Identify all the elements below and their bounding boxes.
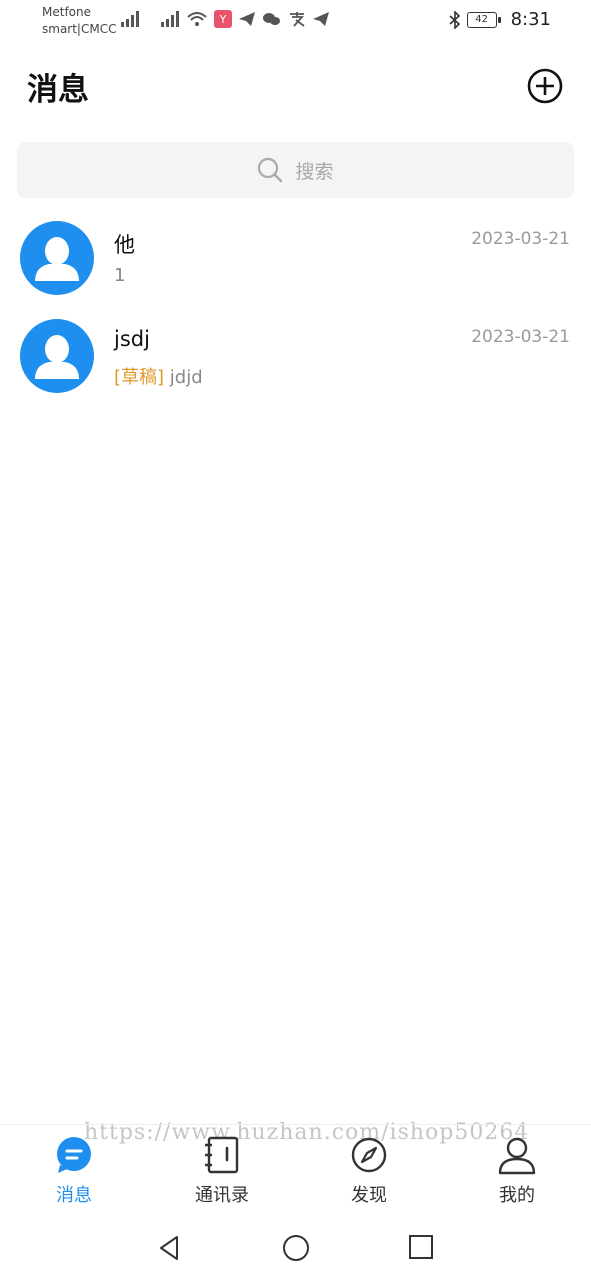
alipay-icon bbox=[290, 12, 305, 27]
system-nav-bar bbox=[0, 1222, 591, 1280]
carrier-name: Metfone smart|CMCC bbox=[42, 5, 117, 36]
signal-icon bbox=[161, 11, 179, 27]
svg-text:Y: Y bbox=[219, 13, 227, 26]
avatar bbox=[20, 221, 94, 295]
conversation-name: jsdj bbox=[114, 327, 150, 351]
draft-tag: [草稿] bbox=[114, 367, 165, 388]
telegram-icon bbox=[239, 12, 255, 26]
telegram-icon bbox=[313, 12, 329, 26]
bluetooth-icon bbox=[449, 10, 460, 29]
conversation-preview: 1 bbox=[114, 265, 125, 286]
person-icon bbox=[498, 1137, 536, 1175]
status-right: 42 8:31 bbox=[449, 9, 551, 30]
compass-icon bbox=[351, 1137, 387, 1173]
wifi-icon bbox=[187, 12, 207, 26]
search-bar[interactable]: 搜索 bbox=[17, 142, 574, 198]
tab-bar: 消息 通讯录 发现 我的 bbox=[0, 1124, 591, 1221]
signal-icon bbox=[121, 11, 139, 27]
contacts-book-icon bbox=[205, 1136, 239, 1174]
status-bar: Metfone smart|CMCC Y 42 8:31 bbox=[0, 0, 591, 44]
tab-contacts[interactable]: 通讯录 bbox=[162, 1135, 282, 1207]
preview-text: 1 bbox=[114, 265, 126, 286]
battery-indicator: 42 bbox=[466, 11, 501, 28]
conversation-item[interactable]: jsdj 2023-03-21 [草稿] jdjd bbox=[0, 319, 591, 417]
home-nav-icon[interactable] bbox=[282, 1234, 310, 1262]
chat-bubble-icon bbox=[57, 1137, 91, 1173]
conversation-preview: [草稿] jdjd bbox=[114, 363, 203, 389]
add-button[interactable] bbox=[527, 68, 563, 104]
avatar bbox=[20, 319, 94, 393]
search-placeholder: 搜索 bbox=[295, 160, 334, 183]
clock: 8:31 bbox=[510, 9, 551, 30]
app-notification-icon: Y bbox=[214, 10, 232, 28]
tab-discover[interactable]: 发现 bbox=[309, 1135, 429, 1207]
conversation-item[interactable]: 他 2023-03-21 1 bbox=[0, 221, 591, 319]
wechat-icon bbox=[263, 13, 280, 25]
default-avatar-icon bbox=[35, 237, 79, 281]
search-icon bbox=[258, 157, 283, 183]
tab-me[interactable]: 我的 bbox=[457, 1135, 577, 1207]
conversation-time: 2023-03-21 bbox=[471, 229, 570, 249]
preview-text: jdjd bbox=[169, 367, 203, 388]
back-nav-icon[interactable] bbox=[155, 1234, 183, 1262]
status-icons: Y bbox=[120, 10, 330, 28]
conversation-time: 2023-03-21 bbox=[471, 327, 570, 347]
page-title: 消息 bbox=[27, 72, 89, 108]
conversation-name: 他 bbox=[114, 233, 135, 257]
recents-nav-icon[interactable] bbox=[408, 1234, 434, 1260]
tab-messages[interactable]: 消息 bbox=[14, 1135, 134, 1207]
default-avatar-icon bbox=[35, 335, 79, 379]
